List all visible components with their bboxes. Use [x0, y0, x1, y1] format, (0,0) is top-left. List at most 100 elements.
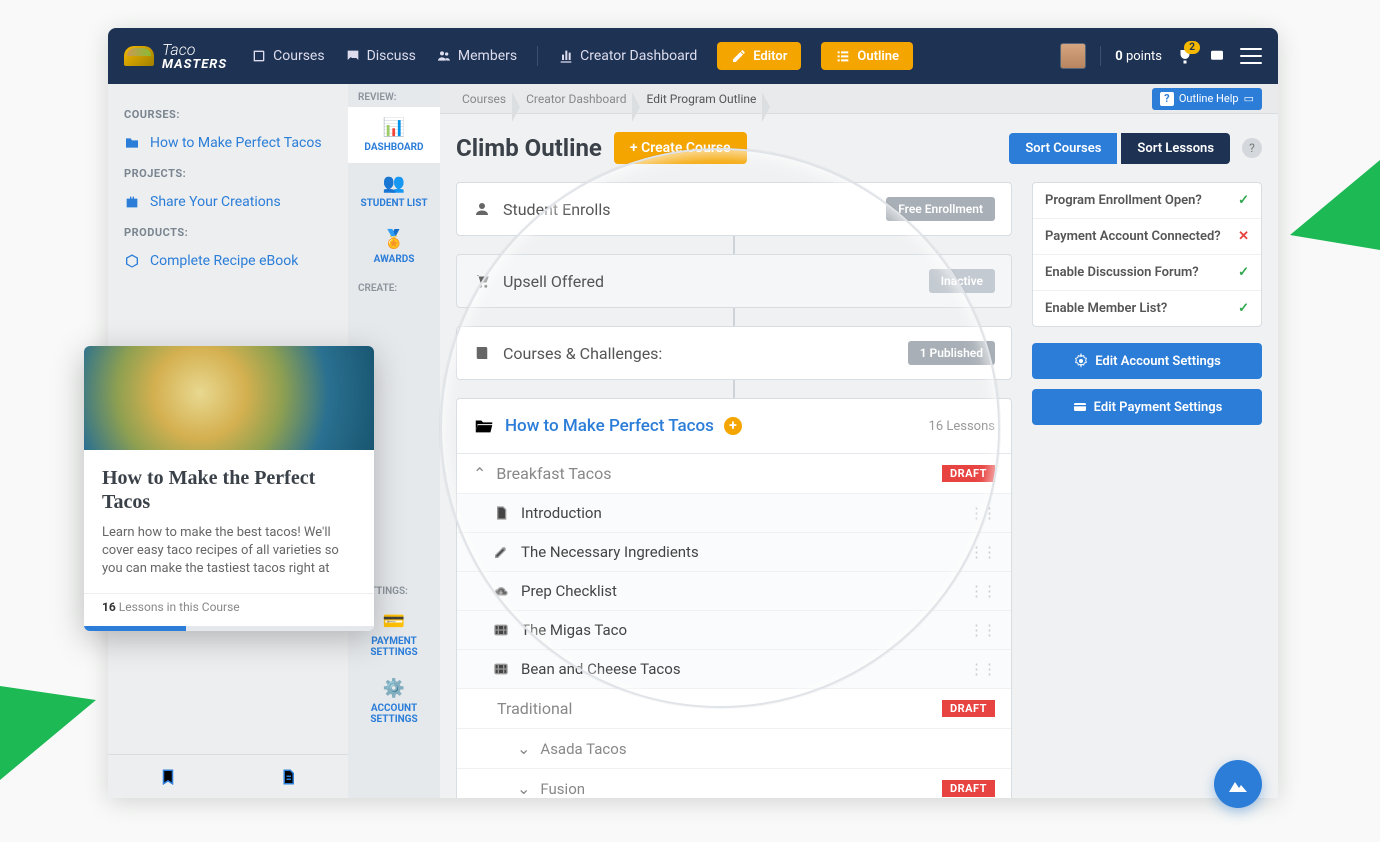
progress-bar [84, 626, 374, 631]
decor-triangle-left [0, 686, 96, 780]
sidebar-project-item[interactable]: Share Your Creations [124, 188, 332, 216]
cart-icon [473, 272, 491, 290]
lesson-row[interactable]: The Migas Taco⋮⋮ [457, 611, 1011, 650]
lesson-row[interactable]: Bean and Cheese Tacos⋮⋮ [457, 650, 1011, 689]
sidebar-courses-label: COURSES: [124, 108, 332, 121]
sidebar-footer [108, 754, 348, 798]
draft-badge: DRAFT [942, 780, 995, 797]
brand-line2: MASTERS [162, 58, 227, 71]
tab-account-settings[interactable]: ⚙️ACCOUNT SETTINGS [348, 668, 440, 735]
drag-handle-icon[interactable]: ⋮⋮ [969, 660, 995, 678]
section-asada[interactable]: ⌄Asada Tacos [457, 729, 1011, 769]
course-card-image [84, 346, 374, 450]
box-icon [124, 253, 140, 269]
tab-awards[interactable]: 🏅AWARDS [348, 219, 440, 275]
edit-account-button[interactable]: Edit Account Settings [1032, 343, 1262, 379]
section-fusion[interactable]: ⌄FusionDRAFT [457, 769, 1011, 798]
document-icon[interactable] [279, 768, 297, 786]
section-traditional[interactable]: TraditionalDRAFT [457, 689, 1011, 729]
chat-icon [345, 48, 361, 64]
notifications[interactable]: 2 [1176, 47, 1194, 65]
nav-discuss[interactable]: Discuss [345, 48, 416, 64]
course-block: How to Make Perfect Tacos + 16 Lessons ⌃… [456, 398, 1012, 798]
people-icon: 👥 [352, 173, 436, 194]
popup-icon: ▭ [1244, 92, 1254, 105]
edit-payment-button[interactable]: Edit Payment Settings [1032, 389, 1262, 425]
menu-icon[interactable] [1240, 48, 1262, 64]
fab-button[interactable] [1214, 760, 1262, 808]
chevron-down-icon: ⌄ [517, 739, 530, 758]
drag-handle-icon[interactable]: ⋮⋮ [969, 621, 995, 639]
members-icon [436, 48, 452, 64]
status-enrollment[interactable]: Program Enrollment Open?✓ [1033, 183, 1261, 219]
user-icon [473, 200, 491, 218]
nav-members[interactable]: Members [436, 48, 517, 64]
sort-lessons-button[interactable]: Sort Lessons [1121, 133, 1230, 164]
cross-icon: ✕ [1238, 229, 1249, 244]
check-icon: ✓ [1238, 265, 1249, 280]
bookmark-icon[interactable] [159, 768, 177, 786]
stage-upsell[interactable]: Upsell OfferedInactive [456, 254, 1012, 308]
crumb-courses[interactable]: Courses [456, 92, 520, 106]
crumb-dashboard[interactable]: Creator Dashboard [520, 92, 640, 106]
stage-enroll[interactable]: Student EnrollsFree Enrollment [456, 182, 1012, 236]
briefcase-icon [124, 194, 140, 210]
main-header: Climb Outline + Create Course Sort Cours… [440, 114, 1278, 182]
folder-open-icon [473, 415, 495, 437]
points: 0 points [1115, 49, 1162, 64]
check-icon: ✓ [1238, 301, 1249, 316]
status-members[interactable]: Enable Member List?✓ [1033, 291, 1261, 326]
gear-icon: ⚙️ [352, 678, 436, 699]
pencil-icon [493, 544, 509, 560]
card-icon [1072, 399, 1088, 415]
create-course-button[interactable]: + Create Course [614, 132, 747, 164]
drag-handle-icon[interactable]: ⋮⋮ [969, 504, 995, 522]
lesson-row[interactable]: The Necessary Ingredients⋮⋮ [457, 533, 1011, 572]
award-icon[interactable] [1208, 47, 1226, 65]
video-icon [493, 661, 509, 677]
chart-icon [558, 48, 574, 64]
course-card-popup[interactable]: How to Make the Perfect Tacos Learn how … [84, 346, 374, 631]
drag-handle-icon[interactable]: ⋮⋮ [969, 543, 995, 561]
editor-button[interactable]: Editor [717, 42, 801, 70]
folder-icon [124, 135, 140, 151]
tab-student-list[interactable]: 👥STUDENT LIST [348, 163, 440, 219]
drag-handle-icon[interactable]: ⋮⋮ [969, 582, 995, 600]
list-icon [835, 48, 851, 64]
stage-courses[interactable]: Courses & Challenges:1 Published [456, 326, 1012, 380]
check-icon: ✓ [1238, 193, 1249, 208]
taco-icon [124, 46, 154, 66]
sidebar-product-item[interactable]: Complete Recipe eBook [124, 247, 332, 275]
decor-triangle-right [1290, 160, 1380, 250]
chevron-up-icon: ⌃ [473, 464, 486, 483]
tab-dashboard[interactable]: 📊DASHBOARD [348, 107, 440, 163]
draft-badge: DRAFT [942, 465, 995, 482]
outline-help-button[interactable]: ?Outline Help▭ [1152, 88, 1262, 110]
brand-logo[interactable]: Taco MASTERS [124, 42, 227, 71]
course-header[interactable]: How to Make Perfect Tacos + 16 Lessons [457, 399, 1011, 454]
sidebar-projects-label: PROJECTS: [124, 167, 332, 180]
crumb-current: Edit Program Outline [640, 92, 770, 106]
lesson-row[interactable]: Introduction⋮⋮ [457, 494, 1011, 533]
nav-creator-dashboard[interactable]: Creator Dashboard [558, 48, 697, 64]
status-payment[interactable]: Payment Account Connected?✕ [1033, 219, 1261, 255]
help-icon[interactable]: ? [1242, 138, 1262, 158]
outline-button[interactable]: Outline [821, 42, 913, 70]
status-forum[interactable]: Enable Discussion Forum?✓ [1033, 255, 1261, 291]
pencil-icon [731, 48, 747, 64]
course-card-desc: Learn how to make the best tacos! We'll … [102, 524, 356, 579]
breadcrumbs: Courses Creator Dashboard Edit Program O… [440, 84, 1278, 114]
sidebar-course-item[interactable]: How to Make Perfect Tacos [124, 129, 332, 157]
course-card-title: How to Make the Perfect Tacos [102, 466, 356, 514]
topbar: Taco MASTERS Courses Discuss Members Cre… [108, 28, 1278, 84]
sort-courses-button[interactable]: Sort Courses [1009, 133, 1117, 164]
user-avatar[interactable] [1060, 43, 1086, 69]
chart-icon: 📊 [352, 117, 436, 138]
lesson-row[interactable]: Prep Checklist⋮⋮ [457, 572, 1011, 611]
nav-courses[interactable]: Courses [251, 48, 324, 64]
mountain-icon [1226, 772, 1250, 796]
section-breakfast[interactable]: ⌃Breakfast TacosDRAFT [457, 454, 1011, 494]
add-lesson-icon[interactable]: + [724, 417, 742, 435]
topbar-right: 0 points 2 [1060, 43, 1262, 69]
draft-badge: DRAFT [942, 700, 995, 717]
